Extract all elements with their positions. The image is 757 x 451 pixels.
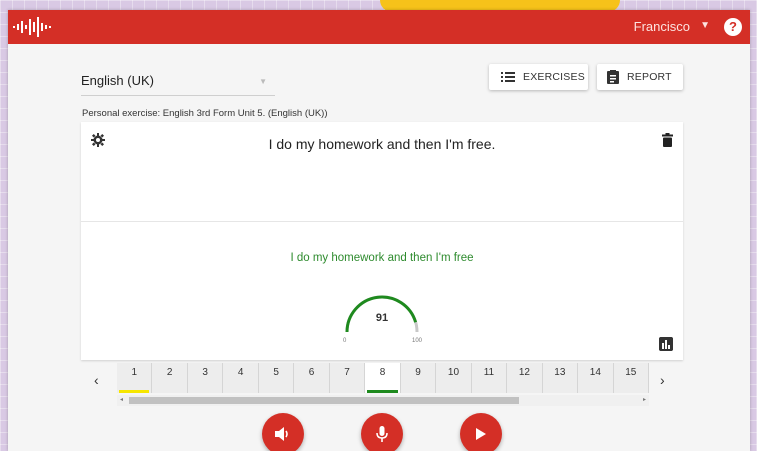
- chevron-down-icon: ▼: [259, 77, 267, 86]
- language-select[interactable]: English (UK) ▼: [81, 73, 275, 96]
- microphone-icon: [376, 426, 388, 442]
- pager-tab-label: 14: [589, 367, 601, 378]
- pager-tab[interactable]: 9: [400, 363, 437, 393]
- soundwave-logo: [13, 17, 51, 37]
- scrollbar-thumb[interactable]: [129, 397, 519, 404]
- pager-tab[interactable]: 6: [294, 363, 330, 393]
- scroll-left-arrow[interactable]: ◂: [120, 396, 123, 403]
- pager-tab-label: 11: [483, 367, 495, 378]
- pager-tab-label: 3: [202, 367, 208, 378]
- pager-tab[interactable]: 15: [613, 363, 650, 393]
- report-button-label: REPORT: [627, 71, 672, 83]
- chevron-down-icon[interactable]: ▼: [700, 20, 710, 31]
- pager-tab[interactable]: 13: [542, 363, 579, 393]
- pager-tab-label: 2: [166, 367, 173, 378]
- pager-tab-label: 15: [625, 367, 637, 378]
- help-icon[interactable]: ?: [724, 18, 742, 36]
- pager-tab-label: 10: [447, 367, 460, 378]
- pager-tab-label: 9: [415, 367, 421, 378]
- top-bar: Francisco ▼ ?: [8, 10, 750, 44]
- app-window: Francisco ▼ ? English (UK) ▼ EXERCISES R…: [8, 10, 750, 451]
- pager-scrollbar[interactable]: ◂ ▸: [117, 395, 649, 406]
- pager-tab[interactable]: 7: [329, 363, 366, 393]
- pager-tab[interactable]: 12: [507, 363, 543, 393]
- play-button[interactable]: [460, 413, 502, 451]
- pager-tab[interactable]: 3: [187, 363, 224, 393]
- target-sentence: I do my homework and then I'm free.: [268, 136, 496, 152]
- user-menu-name[interactable]: Francisco: [634, 19, 690, 34]
- pager-tab[interactable]: 5: [258, 363, 295, 393]
- exercise-card: I do my homework and then I'm free. I do…: [81, 122, 683, 360]
- trash-icon[interactable]: [662, 133, 673, 147]
- record-button[interactable]: [361, 413, 403, 451]
- chevron-left-icon[interactable]: ‹: [94, 372, 99, 388]
- language-select-value: English (UK): [81, 73, 154, 88]
- card-divider: [81, 221, 683, 222]
- score-min: 0: [343, 338, 347, 344]
- list-icon: [501, 72, 515, 82]
- exercises-button-label: EXERCISES: [523, 71, 585, 83]
- pager-tab-label: 1: [131, 367, 138, 378]
- exercise-title: Personal exercise: English 3rd Form Unit…: [82, 108, 328, 119]
- speaker-icon: [275, 427, 288, 441]
- speak-button[interactable]: [262, 413, 304, 451]
- chevron-right-icon[interactable]: ›: [660, 372, 665, 388]
- pager-tab-label: 12: [518, 367, 530, 378]
- pager-tab[interactable]: 8: [365, 363, 401, 393]
- pager-tab[interactable]: 1: [117, 363, 153, 393]
- pager-tab-label: 4: [237, 367, 244, 378]
- exercise-pager: 1 2 3 4 5 6 7 8 9 10 11 12 13 14 15: [117, 363, 650, 393]
- recognized-sentence: I do my homework and then I'm free: [290, 252, 474, 264]
- pager-tab[interactable]: 2: [152, 363, 188, 393]
- pager-tab[interactable]: 10: [436, 363, 472, 393]
- exercises-button[interactable]: EXERCISES: [489, 64, 588, 90]
- pager-tab[interactable]: 11: [471, 363, 508, 393]
- play-icon: [476, 428, 486, 440]
- pager-tab-marker: [119, 390, 150, 393]
- bar-chart-icon[interactable]: [659, 337, 673, 351]
- pager-tab-label: 5: [273, 367, 279, 378]
- pager-tab-marker: [367, 390, 398, 393]
- pager-tab-label: 6: [308, 367, 315, 378]
- report-button[interactable]: REPORT: [597, 64, 683, 90]
- score-max: 100: [412, 338, 423, 344]
- score-value: 91: [375, 312, 389, 324]
- pager-tab[interactable]: 14: [578, 363, 614, 393]
- scroll-right-arrow[interactable]: ▸: [643, 396, 646, 403]
- pager-tab-label: 13: [554, 367, 566, 378]
- pager-tab-label: 7: [344, 367, 350, 378]
- report-icon: [607, 70, 619, 84]
- pager-tab[interactable]: 4: [223, 363, 259, 393]
- pager-tab-label: 8: [379, 367, 386, 378]
